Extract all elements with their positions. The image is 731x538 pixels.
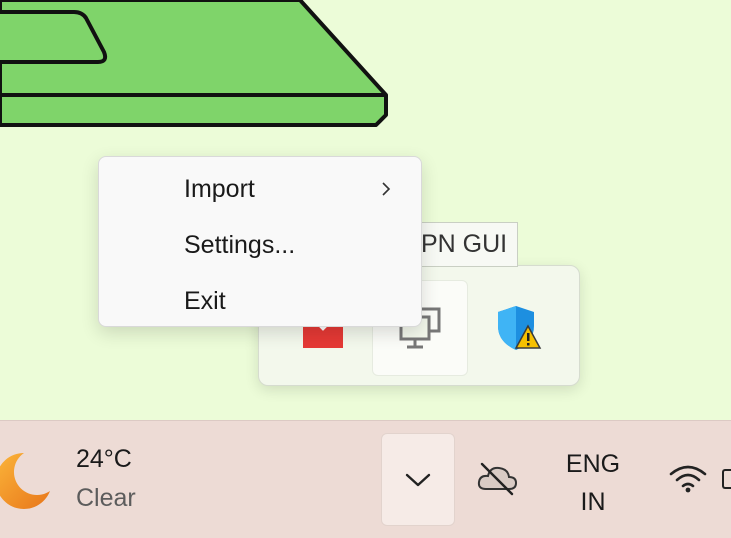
windows-security-warning-icon[interactable] [471,280,567,376]
language-line2: IN [580,488,606,516]
wifi-icon[interactable] [668,463,708,498]
cloud-offline-icon[interactable] [476,461,518,502]
weather-temperature[interactable]: 24°C [76,445,132,474]
language-indicator[interactable]: ENG IN [560,445,626,521]
menu-item-import[interactable]: Import [99,161,421,217]
weather-condition[interactable]: Clear [76,484,136,513]
tray-context-menu: Import Settings... Exit [98,156,422,327]
menu-item-exit[interactable]: Exit [99,273,421,329]
menu-item-label: Settings... [184,230,296,259]
taskbar: 24°C Clear ENG IN [0,420,731,538]
show-hidden-icons-button[interactable] [381,433,455,526]
volume-icon[interactable] [722,469,731,489]
menu-item-settings[interactable]: Settings... [99,217,421,273]
chevron-right-icon [382,182,391,196]
menu-item-label: Import [184,174,255,203]
chevron-up-icon [405,473,431,486]
menu-item-label: Exit [184,286,226,315]
moon-icon[interactable] [0,451,58,516]
language-line1: ENG [565,450,621,478]
tooltip-text: PN GUI [421,230,508,258]
